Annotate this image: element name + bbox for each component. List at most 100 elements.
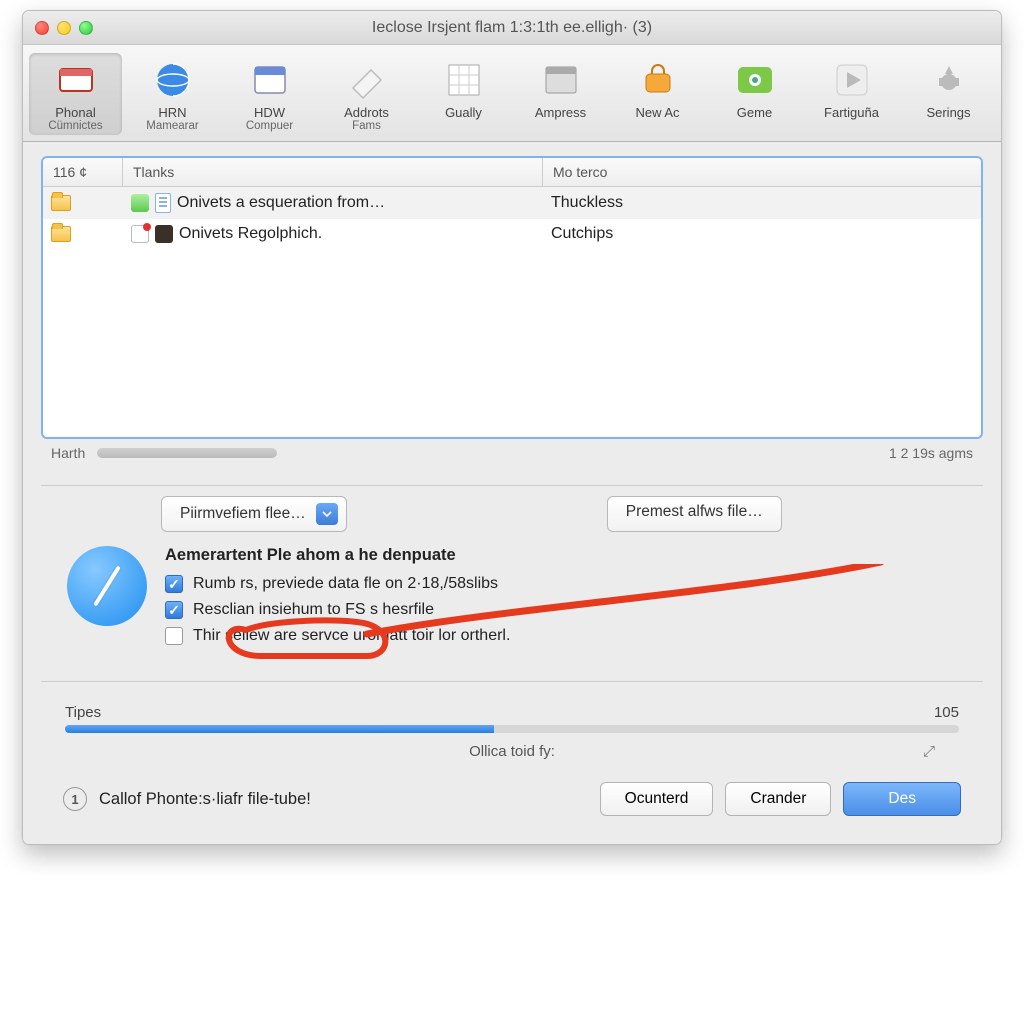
list-footer: Harth 1 2 19s agms	[41, 439, 983, 467]
progress-bar	[65, 725, 959, 733]
zoom-icon[interactable]	[79, 21, 93, 35]
option-label: Rumb rs, previede data fle on 2·18,/58sl…	[193, 575, 498, 593]
toolbar-serings[interactable]: Serings	[902, 53, 995, 135]
play-icon	[831, 59, 873, 101]
progress-value: 105	[934, 704, 959, 721]
toolbar-sublabel	[904, 120, 993, 133]
toolbar-label: Phonal	[31, 105, 120, 120]
calendar-icon	[249, 59, 291, 101]
expand-icon[interactable]: ⤢	[923, 743, 935, 760]
document-icon	[155, 193, 171, 213]
row-title: Onivets a esqueration from…	[177, 194, 385, 212]
content-area: 116 ¢ Tlanks Mo terco Onivets a esquerat…	[23, 142, 1001, 844]
panel-icon	[540, 59, 582, 101]
toolbar-sublabel: Fams	[322, 120, 411, 133]
toolbar-label: Fartiguña	[807, 105, 896, 120]
toolbar-label: Gually	[419, 105, 508, 120]
minimize-icon[interactable]	[57, 21, 71, 35]
separator	[41, 485, 983, 486]
bag-icon	[637, 59, 679, 101]
checkbox[interactable]	[165, 575, 183, 593]
eraser-icon	[346, 59, 388, 101]
eye-icon	[734, 59, 776, 101]
toolbar-label: Ampress	[516, 105, 605, 120]
toolbar-ampress[interactable]: Ampress	[514, 53, 607, 135]
checkbox[interactable]	[165, 627, 183, 645]
globe-icon	[152, 59, 194, 101]
toolbar-phonal[interactable]: PhonalCümnictes	[29, 53, 122, 135]
option-label: Thir sellew are servce uromatt toir lor …	[193, 627, 510, 645]
close-icon[interactable]	[35, 21, 49, 35]
toolbar-geme[interactable]: Geme	[708, 53, 801, 135]
premest-button[interactable]: Premest alfws file…	[607, 496, 782, 532]
ocunterd-button[interactable]: Ocunterd	[600, 782, 714, 816]
table-row[interactable]: Onivets Regolphich.Cutchips	[43, 219, 981, 249]
option-row-2: Thir sellew are servce uromatt toir lor …	[165, 627, 973, 645]
toolbar-fartiguña[interactable]: Fartiguña	[805, 53, 898, 135]
footer-left-label: Harth	[51, 445, 85, 461]
crander-button[interactable]: Crander	[725, 782, 831, 816]
status-icon	[131, 225, 149, 243]
ocunterd-label: Ocunterd	[625, 790, 689, 807]
checkbox[interactable]	[165, 601, 183, 619]
titlebar[interactable]: Ieclose Irsjent flam 1:3:1th ee.elligh· …	[23, 11, 1001, 45]
chevron-down-icon	[316, 503, 338, 525]
toolbar-label: Addrots	[322, 105, 411, 120]
table-row[interactable]: Onivets a esqueration from… Thuckless	[43, 187, 981, 219]
progress-fill	[65, 725, 494, 733]
grid-icon	[443, 59, 485, 101]
window-icon	[55, 59, 97, 101]
toolbar-hrn[interactable]: HRNMamearar	[126, 53, 219, 135]
toolbar: PhonalCümnictesHRNMameararHDWCompuerAddr…	[23, 45, 1001, 142]
status-icon	[131, 194, 149, 212]
crander-label: Crander	[750, 790, 806, 807]
column-header-id[interactable]: 116 ¢	[43, 158, 123, 186]
options-heading: Aemerartent Ple ahom a he denpuate	[165, 546, 973, 565]
window-title: Ieclose Irsjent flam 1:3:1th ee.elligh· …	[372, 19, 652, 37]
traffic-lights	[35, 21, 93, 35]
list-header: 116 ¢ Tlanks Mo terco	[43, 158, 981, 187]
compass-icon	[67, 546, 147, 626]
toolbar-sublabel: Compuer	[225, 120, 314, 133]
column-header-title[interactable]: Tlanks	[123, 158, 543, 186]
toolbar-hdw[interactable]: HDWCompuer	[223, 53, 316, 135]
folder-icon	[51, 195, 71, 211]
toolbar-label: Geme	[710, 105, 799, 120]
toolbar-label: HDW	[225, 105, 314, 120]
row-sub: Thuckless	[543, 188, 981, 218]
toolbar-sublabel: Mamearar	[128, 120, 217, 133]
option-row-1: Resclian insiehum to FS s hesrfile	[165, 601, 973, 619]
dropdown-label: Piirmvefiem flee…	[180, 505, 306, 523]
horizontal-scrollbar[interactable]	[97, 448, 277, 458]
row-sub: Cutchips	[543, 219, 981, 249]
toolbar-sublabel	[419, 120, 508, 133]
progress-label: Tipes	[65, 704, 101, 721]
preview-file-dropdown[interactable]: Piirmvefiem flee…	[161, 496, 347, 532]
toolbar-label: Serings	[904, 105, 993, 120]
options-list: Aemerartent Ple ahom a he denpuate Rumb …	[165, 546, 973, 653]
toolbar-sublabel	[613, 120, 702, 133]
option-row-0: Rumb rs, previede data fle on 2·18,/58sl…	[165, 575, 973, 593]
progress-caption: Ollica toid fy:	[469, 743, 555, 760]
option-label: Resclian insiehum to FS s hesrfile	[193, 601, 434, 619]
des-button[interactable]: Des	[843, 782, 961, 816]
toolbar-gually[interactable]: Gually	[417, 53, 510, 135]
bottom-bar: 1 Callof Phonte:s·liafr file-tube! Ocunt…	[41, 760, 983, 824]
app-window: Ieclose Irsjent flam 1:3:1th ee.elligh· …	[22, 10, 1002, 845]
toolbar-new aс[interactable]: New Aс	[611, 53, 704, 135]
thumbnail-icon	[155, 225, 173, 243]
folder-icon	[51, 226, 71, 242]
bottom-message: Callof Phonte:s·liafr file-tube!	[99, 790, 588, 809]
toolbar-label: HRN	[128, 105, 217, 120]
toolbar-sublabel	[710, 120, 799, 133]
premest-label: Premest alfws file…	[626, 503, 763, 520]
file-list: 116 ¢ Tlanks Mo terco Onivets a esquerat…	[41, 156, 983, 439]
step-badge: 1	[63, 787, 87, 811]
des-label: Des	[888, 790, 916, 807]
progress-caption-row: Ollica toid fy: ⤢	[65, 743, 959, 760]
column-header-sub[interactable]: Mo terco	[543, 158, 981, 186]
toolbar-addrots[interactable]: AddrotsFams	[320, 53, 413, 135]
list-body[interactable]: Onivets a esqueration from… ThucklessOniv…	[43, 187, 981, 437]
footer-right-label: 1 2 19s agms	[889, 445, 973, 461]
mid-button-row: Piirmvefiem flee… Premest alfws file…	[41, 496, 983, 532]
